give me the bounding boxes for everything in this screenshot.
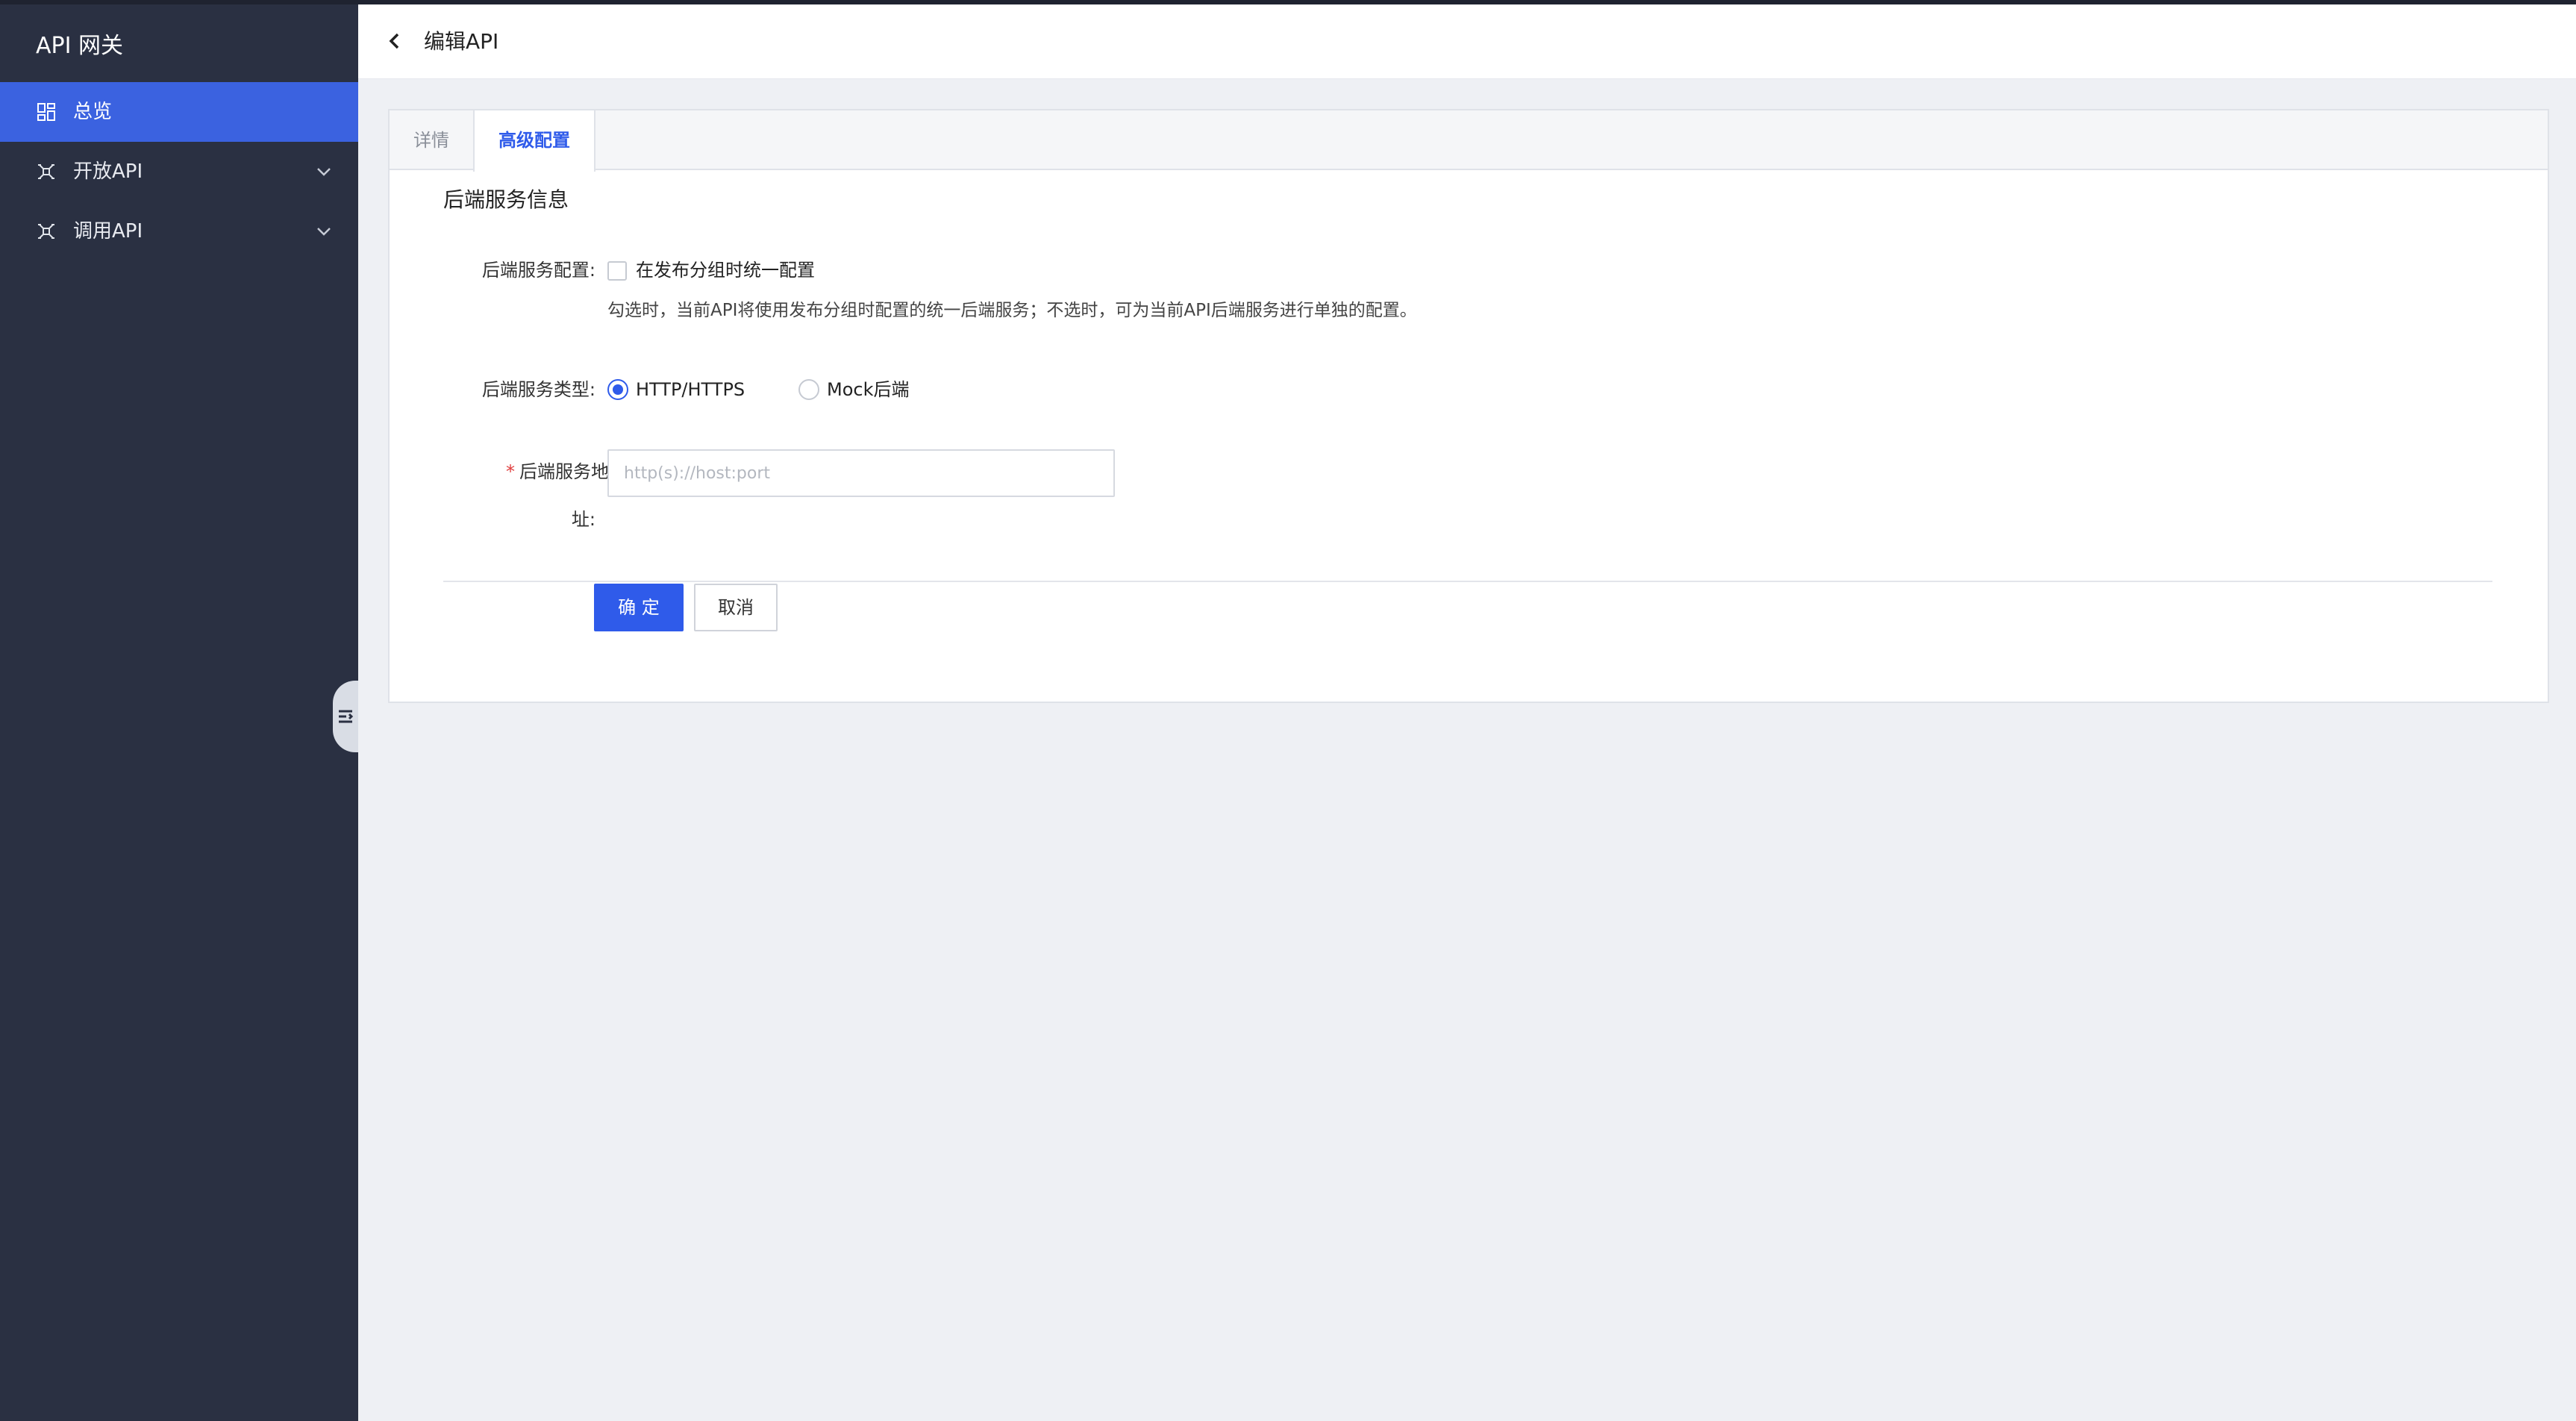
brand-title: API 网关 (36, 33, 123, 59)
page-header: 编辑API (358, 4, 2576, 79)
sidebar-item-open-api[interactable]: 开放API (0, 142, 358, 202)
tab-details[interactable]: 详情 (390, 110, 473, 170)
sidebar-item-label: 调用API (73, 220, 143, 243)
dashboard-icon (36, 102, 57, 122)
radio-mock-backend-label[interactable]: Mock后端 (827, 376, 909, 403)
edit-api-card: 详情 高级配置 后端服务信息 后端服务配置: 在发布分组时统一配置 勾选时，当前… (388, 109, 2549, 703)
back-arrow-icon[interactable] (384, 30, 406, 52)
chevron-down-icon[interactable] (315, 222, 333, 240)
backend-address-label-cont: 址: (571, 509, 595, 530)
confirm-button[interactable]: 确 定 (594, 584, 684, 631)
backend-config-hint: 勾选时，当前API将使用发布分组时配置的统一后端服务；不选时，可为当前API后端… (607, 301, 1417, 320)
cancel-button[interactable]: 取消 (694, 584, 778, 631)
api-icon (36, 161, 57, 182)
radio-mock-backend[interactable] (798, 379, 819, 400)
sidebar-collapse-handle[interactable] (333, 681, 358, 752)
tab-advanced-config[interactable]: 高级配置 (473, 110, 595, 172)
section-title: 后端服务信息 (443, 187, 569, 212)
api-icon (36, 221, 57, 242)
backend-address-label: * 后端服务地 (419, 458, 609, 485)
tab-bar: 详情 高级配置 (390, 110, 2548, 172)
backend-config-label: 后端服务配置: (481, 260, 595, 281)
backend-address-input[interactable] (607, 449, 1115, 497)
chevron-down-icon[interactable] (315, 163, 333, 181)
unified-config-checkbox-label[interactable]: 在发布分组时统一配置 (636, 257, 815, 284)
required-mark: * (506, 461, 515, 482)
sidebar-item-label: 开放API (73, 160, 143, 183)
sidebar-item-overview[interactable]: 总览 (0, 82, 358, 142)
sidebar: API 网关 总览 开放API 调用API (0, 4, 358, 1421)
backend-type-label: 后端服务类型: (481, 379, 595, 400)
menu-collapse-icon (339, 710, 354, 723)
sidebar-item-call-api[interactable]: 调用API (0, 202, 358, 261)
form-divider (443, 581, 2492, 582)
radio-http-https[interactable] (607, 379, 628, 400)
sidebar-item-label: 总览 (73, 101, 113, 123)
radio-http-https-label[interactable]: HTTP/HTTPS (636, 376, 745, 403)
backend-address-label-text: 后端服务地 (519, 461, 609, 482)
page-title: 编辑API (424, 29, 499, 54)
unified-config-checkbox[interactable] (607, 261, 627, 281)
